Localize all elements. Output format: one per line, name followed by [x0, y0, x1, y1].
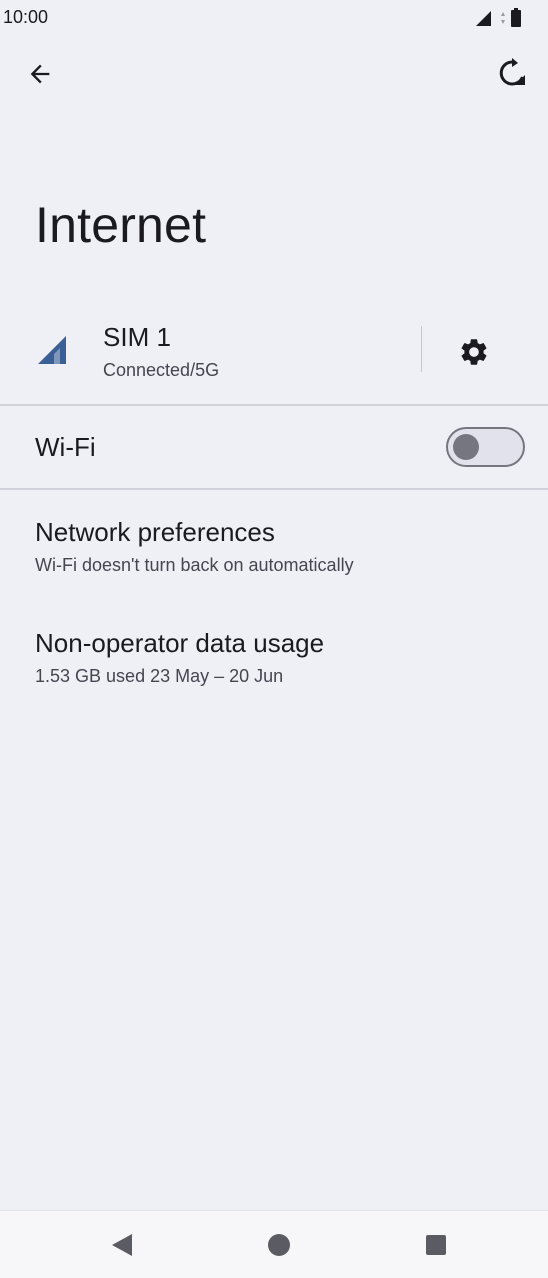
gear-icon	[461, 339, 487, 365]
item-title: Non-operator data usage	[35, 628, 325, 658]
arrow-left-icon	[30, 64, 50, 84]
nav-recents-button[interactable]	[418, 1229, 454, 1261]
cellular-signal-icon	[38, 336, 66, 364]
nav-back-button[interactable]	[104, 1229, 140, 1261]
status-bar: 10:00	[0, 0, 548, 36]
section-divider	[0, 488, 548, 490]
back-button[interactable]	[22, 56, 58, 92]
signal-strength-icon	[476, 11, 491, 26]
item-title: Network preferences	[35, 517, 275, 547]
wifi-label: Wi-Fi	[35, 432, 96, 462]
sim-settings-button[interactable]	[452, 330, 496, 374]
data-usage-item[interactable]: Non-operator data usage 1.53 GB used 23 …	[0, 628, 548, 728]
battery-icon	[511, 8, 521, 27]
sim-status: Connected/5G	[103, 360, 220, 380]
square-recents-icon	[426, 1235, 446, 1255]
toggle-thumb	[453, 434, 479, 460]
sim-name: SIM 1	[103, 322, 171, 352]
page-title: Internet	[35, 197, 207, 253]
sim-divider	[421, 326, 422, 372]
data-activity-icon	[501, 12, 505, 24]
network-reset-icon	[499, 58, 525, 86]
wifi-row[interactable]: Wi-Fi	[0, 406, 548, 488]
item-subtitle: 1.53 GB used 23 May – 20 Jun	[35, 666, 284, 686]
network-reset-button[interactable]	[494, 56, 530, 92]
internet-settings-screen: 10:00 Internet SIM 1 Connected/5G Wi-Fi …	[0, 0, 548, 1278]
status-time: 10:00	[3, 7, 49, 27]
item-subtitle: Wi-Fi doesn't turn back on automatically	[35, 555, 354, 575]
network-preferences-item[interactable]: Network preferences Wi-Fi doesn't turn b…	[0, 517, 548, 617]
sim-row[interactable]: SIM 1 Connected/5G	[0, 300, 548, 404]
navigation-bar	[0, 1210, 548, 1278]
wifi-toggle[interactable]	[446, 427, 525, 467]
triangle-back-icon	[112, 1234, 132, 1256]
status-icons	[474, 8, 522, 28]
nav-home-button[interactable]	[261, 1229, 297, 1261]
circle-home-icon	[268, 1234, 290, 1256]
